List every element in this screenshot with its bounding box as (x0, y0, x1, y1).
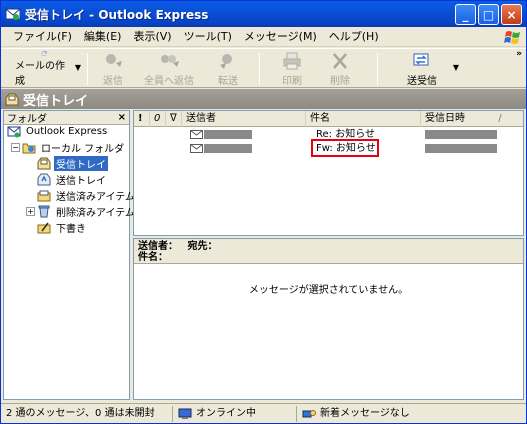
no-message-selected-text: メッセージが選択されていません。 (248, 285, 409, 296)
status-online: オンライン中 (175, 406, 297, 422)
folder-pane: フォルダ × Outlook Express − ローカル フォルダ 受信トレイ… (3, 110, 135, 400)
menu-tools[interactable]: ツール(T) (178, 28, 238, 46)
column-flag[interactable]: ᐁ (166, 111, 182, 127)
forward-icon (220, 54, 232, 69)
column-subject[interactable]: 件名 (306, 111, 421, 127)
status-online-label: オンライン中 (196, 408, 256, 419)
reply-all-button[interactable]: 全員へ返信 (139, 51, 199, 87)
preview-from-label: 送信者： (138, 241, 178, 252)
message-list: ! 0 ᐁ 送信者 件名 受信日時 / Re: お知らせ Fw: お知らせ (133, 110, 524, 236)
menu-view[interactable]: 表示(V) (127, 28, 177, 46)
toolbar-separator (259, 53, 260, 85)
compose-mail-button[interactable]: メールの作成 ▼ (15, 51, 81, 87)
local-folders-icon (22, 143, 36, 154)
message-from-redacted (204, 128, 252, 142)
forward-button[interactable]: 転送 (209, 51, 247, 87)
column-priority[interactable]: ! (134, 111, 150, 127)
maximize-icon: □ (482, 7, 495, 22)
inbox-icon (5, 93, 19, 105)
compose-dropdown-icon[interactable]: ▼ (75, 63, 81, 72)
sent-items-icon (37, 190, 51, 202)
windows-logo-icon (504, 31, 520, 44)
reply-icon (106, 54, 122, 67)
status-bar: 2 通のメッセージ、0 通は未開封 オンライン中 新着メッセージなし (1, 403, 526, 423)
send-receive-button[interactable]: 送受信 ▼ (393, 51, 459, 87)
computer-online-icon (178, 408, 192, 419)
delete-x-icon (333, 53, 347, 69)
forward-label: 転送 (218, 76, 238, 87)
column-attachment[interactable]: 0 (150, 111, 166, 127)
folder-pane-header: フォルダ (7, 114, 47, 125)
compose-mail-icon (41, 51, 47, 56)
compose-mail-label: メールの作成 (15, 61, 65, 87)
outlook-express-window: 受信トレイ - Outlook Express _ □ × ファイル(F) 編集… (0, 0, 527, 424)
print-button[interactable]: 印刷 (273, 51, 311, 87)
deleted-items-expand-icon[interactable]: + (26, 207, 35, 216)
send-receive-icon (413, 53, 429, 66)
status-message-count: 2 通のメッセージ、0 通は未開封 (3, 406, 173, 422)
title-bar[interactable]: 受信トレイ - Outlook Express _ □ × (1, 1, 526, 27)
send-receive-dropdown-icon[interactable]: ▼ (453, 63, 459, 72)
tree-item-deleted-items[interactable]: 削除済みアイテム (37, 204, 137, 219)
highlight-box (311, 139, 379, 157)
toolbar-separator (377, 53, 378, 85)
current-folder-band: 受信トレイ (1, 89, 526, 109)
tree-item-sent-items[interactable]: 送信済みアイテム (37, 188, 137, 203)
delete-button[interactable]: 削除 (321, 51, 359, 87)
trash-icon (38, 205, 50, 218)
printer-icon (283, 52, 301, 70)
window-title: 受信トレイ - Outlook Express (25, 7, 209, 22)
preview-to-label: 宛先： (187, 241, 218, 252)
local-folders-collapse-icon[interactable]: − (11, 143, 20, 152)
menu-bar: ファイル(F) 編集(E) 表示(V) ツール(T) メッセージ(M) ヘルプ(… (1, 27, 526, 47)
outbox-icon (37, 173, 51, 186)
toolbar-separator (87, 53, 88, 85)
preview-pane: 送信者： 宛先： 件名： メッセージが選択されていません。 (133, 238, 524, 400)
current-folder-title: 受信トレイ (23, 93, 89, 109)
folder-pane-close-icon[interactable]: × (118, 112, 126, 123)
status-new-mail: 新着メッセージなし (299, 406, 525, 422)
toolbar-overflow-chevron[interactable]: » (516, 49, 522, 59)
minimize-button[interactable]: _ (455, 4, 476, 25)
message-envelope-icon (190, 128, 203, 142)
column-received[interactable]: 受信日時 / (421, 111, 523, 127)
network-mail-icon (302, 410, 316, 418)
tree-item-drafts[interactable]: 下書き (37, 220, 88, 235)
menu-message[interactable]: メッセージ(M) (238, 28, 323, 46)
maximize-button[interactable]: □ (478, 4, 499, 25)
tree-item-outbox[interactable]: 送信トレイ (37, 172, 108, 187)
tree-item-local-folders[interactable]: ローカル フォルダ (22, 140, 126, 155)
message-received-redacted (425, 142, 497, 156)
send-receive-label: 送受信 (407, 76, 437, 87)
menu-edit[interactable]: 編集(E) (78, 28, 128, 46)
drafts-icon (37, 222, 51, 234)
reply-all-icon (161, 55, 179, 67)
message-envelope-icon (190, 142, 203, 156)
preview-header: 送信者： 宛先： 件名： (134, 239, 523, 264)
menu-file[interactable]: ファイル(F) (7, 28, 78, 46)
inbox-icon (37, 157, 51, 170)
reply-all-label: 全員へ返信 (144, 76, 194, 87)
close-button[interactable]: × (501, 4, 522, 25)
delete-label: 削除 (330, 76, 350, 87)
menu-help[interactable]: ヘルプ(H) (323, 28, 385, 46)
sort-indicator-icon: / (498, 113, 502, 124)
reply-button[interactable]: 返信 (94, 51, 132, 87)
column-from[interactable]: 送信者 (182, 111, 306, 127)
toolbar: メールの作成 ▼ 返信 全員へ返信 転送 印刷 削除 送受信 ▼ » (1, 48, 526, 88)
preview-subject-label: 件名： (138, 252, 168, 263)
outlook-express-app-icon (5, 8, 21, 20)
tree-item-inbox[interactable]: 受信トレイ (37, 156, 108, 171)
close-icon: × (506, 7, 517, 22)
tree-item-outlook-express[interactable]: Outlook Express (7, 124, 109, 139)
minimize-icon: _ (462, 7, 469, 22)
message-from-redacted (204, 142, 252, 156)
column-received-label: 受信日時 (425, 113, 465, 124)
status-new-mail-label: 新着メッセージなし (320, 408, 410, 419)
message-list-header: ! 0 ᐁ 送信者 件名 受信日時 / (134, 111, 523, 127)
reply-label: 返信 (103, 76, 123, 87)
message-received-redacted (425, 128, 497, 142)
outlook-express-icon (7, 126, 21, 138)
print-label: 印刷 (282, 76, 302, 87)
